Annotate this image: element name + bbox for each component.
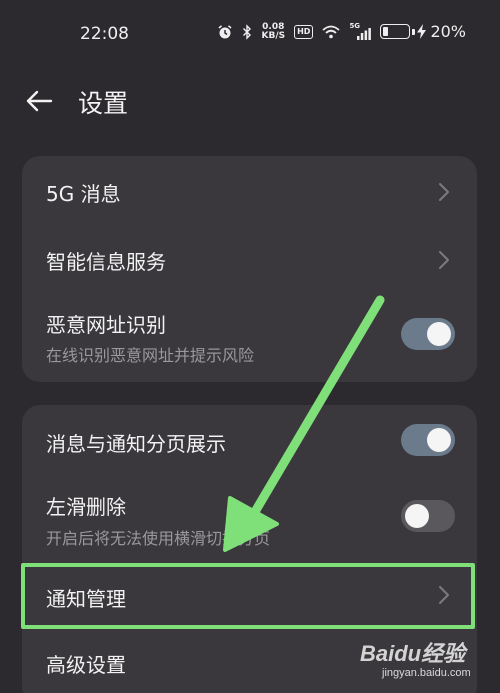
malicious-url-toggle[interactable] <box>401 318 455 350</box>
page-title: 设置 <box>78 89 129 118</box>
network-speed: 0.08 KB/S <box>261 22 286 41</box>
charging-icon <box>417 24 427 39</box>
row-title: 消息与通知分页展示 <box>46 432 226 456</box>
network-speed-unit: KB/S <box>261 30 286 41</box>
row-title: 智能信息服务 <box>46 250 166 274</box>
arrow-left-icon[interactable] <box>24 86 54 116</box>
toggle-knob <box>427 322 451 346</box>
row-swipe-left-delete: 左滑删除 开启后将无法使用横滑切换分页 <box>22 475 477 563</box>
watermark-logo: Baidu经验 <box>360 641 466 666</box>
page-header: 设置 <box>0 74 500 128</box>
status-bar: 22:08 0.08 KB/S HD 5G 20% <box>0 0 500 70</box>
chevron-right-icon <box>439 251 449 269</box>
row-title: 高级设置 <box>46 653 126 677</box>
watermark-url: jingyan.baidu.com <box>382 667 471 679</box>
wifi-icon <box>322 25 341 38</box>
row-smart-info-service[interactable]: 智能信息服务 <box>22 226 477 294</box>
row-subtitle: 在线识别恶意网址并提示风险 <box>46 346 255 365</box>
row-subtitle: 开启后将无法使用横滑切换分页 <box>46 529 271 548</box>
battery-percent: 20% <box>430 22 466 41</box>
battery-fill <box>383 27 389 36</box>
battery: 20% <box>380 22 466 41</box>
settings-group-1: 5G 消息 智能信息服务 恶意网址识别 在线识别恶意网址并提示风险 <box>22 156 477 382</box>
battery-icon <box>380 24 411 39</box>
row-malicious-url-detection: 恶意网址识别 在线识别恶意网址并提示风险 <box>22 294 477 382</box>
chevron-right-icon <box>439 183 449 201</box>
toggle-knob <box>427 428 451 452</box>
message-tabs-toggle[interactable] <box>401 424 455 456</box>
battery-tip <box>412 28 416 35</box>
toggle-knob <box>405 504 429 528</box>
cellular-signal: 5G <box>349 22 372 40</box>
status-icons: 0.08 KB/S HD 5G 20% <box>217 22 466 41</box>
row-title: 5G 消息 <box>46 182 121 206</box>
chevron-right-icon <box>439 586 449 604</box>
swipe-delete-toggle[interactable] <box>401 500 455 532</box>
baidu-watermark: Baidu经验 jingyan.baidu.com <box>332 636 482 688</box>
row-message-notification-tabs: 消息与通知分页展示 <box>22 405 477 475</box>
hd-badge: HD <box>294 24 314 39</box>
alarm-icon <box>218 24 233 38</box>
bluetooth-icon <box>243 23 252 40</box>
row-title: 通知管理 <box>46 587 126 611</box>
status-time: 22:08 <box>80 24 129 44</box>
row-notification-management[interactable]: 通知管理 <box>22 563 477 629</box>
row-title: 恶意网址识别 <box>46 313 166 337</box>
row-5g-message[interactable]: 5G 消息 <box>22 156 477 226</box>
cellular-signal-icon <box>357 27 372 40</box>
row-title: 左滑删除 <box>46 495 126 519</box>
